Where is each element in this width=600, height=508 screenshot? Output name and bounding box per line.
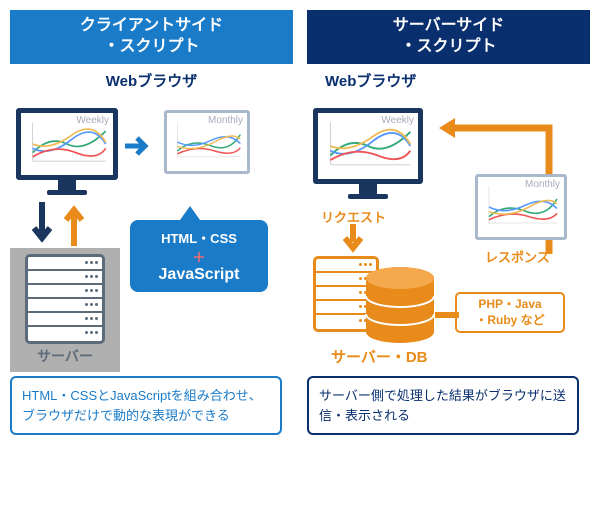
callout-html-css: HTML・CSS <box>142 228 256 247</box>
browser-monitor-left: Weekly <box>16 108 118 195</box>
server-box-left: サーバー <box>10 248 120 372</box>
server-connector-icon <box>435 306 459 324</box>
browser-label-left: Webブラウザ <box>10 70 293 91</box>
callout-js: JavaScript <box>142 266 256 284</box>
client-side-panel: クライアントサイド ・スクリプト Webブラウザ Weekly <box>10 10 293 91</box>
server-db-label: サーバー・DB <box>331 346 428 367</box>
tech-box: PHP・Java ・Ruby など <box>455 292 565 333</box>
callout-plus: ＋ <box>142 247 256 266</box>
request-arrow-icon <box>343 224 363 259</box>
browser-monitor-right: Weekly <box>313 108 423 199</box>
chart-title-weekly-left: Weekly <box>76 115 109 126</box>
database-icon <box>363 266 437 346</box>
chart-title-weekly-right: Weekly <box>381 115 414 126</box>
server-header: サーバーサイド ・スクリプト <box>307 10 590 64</box>
server-side-panel: サーバーサイド ・スクリプト Webブラウザ Weekly <box>307 10 590 91</box>
transform-arrow-icon <box>125 135 155 162</box>
mini-monitor-right: Monthly <box>475 174 567 240</box>
browser-label-right: Webブラウザ <box>325 70 590 91</box>
upload-arrow-icon <box>64 202 84 251</box>
response-label: レスポンス <box>485 247 550 266</box>
chart-title-monthly-left: Monthly <box>208 115 243 126</box>
client-header: クライアントサイド ・スクリプト <box>10 10 293 64</box>
chart-title-monthly-right: Monthly <box>525 179 560 190</box>
server-label-left: サーバー <box>16 346 114 366</box>
desc-box-right: サーバー側で処理した結果がブラウザに送信・表示される <box>307 376 579 435</box>
download-arrow-icon <box>32 202 52 251</box>
mini-monitor-left: Monthly <box>164 110 250 174</box>
desc-box-left: HTML・CSSとJavaScriptを組み合わせ、ブラウザだけで動的な表現がで… <box>10 376 282 435</box>
tech-callout: HTML・CSS ＋ JavaScript <box>130 220 268 292</box>
